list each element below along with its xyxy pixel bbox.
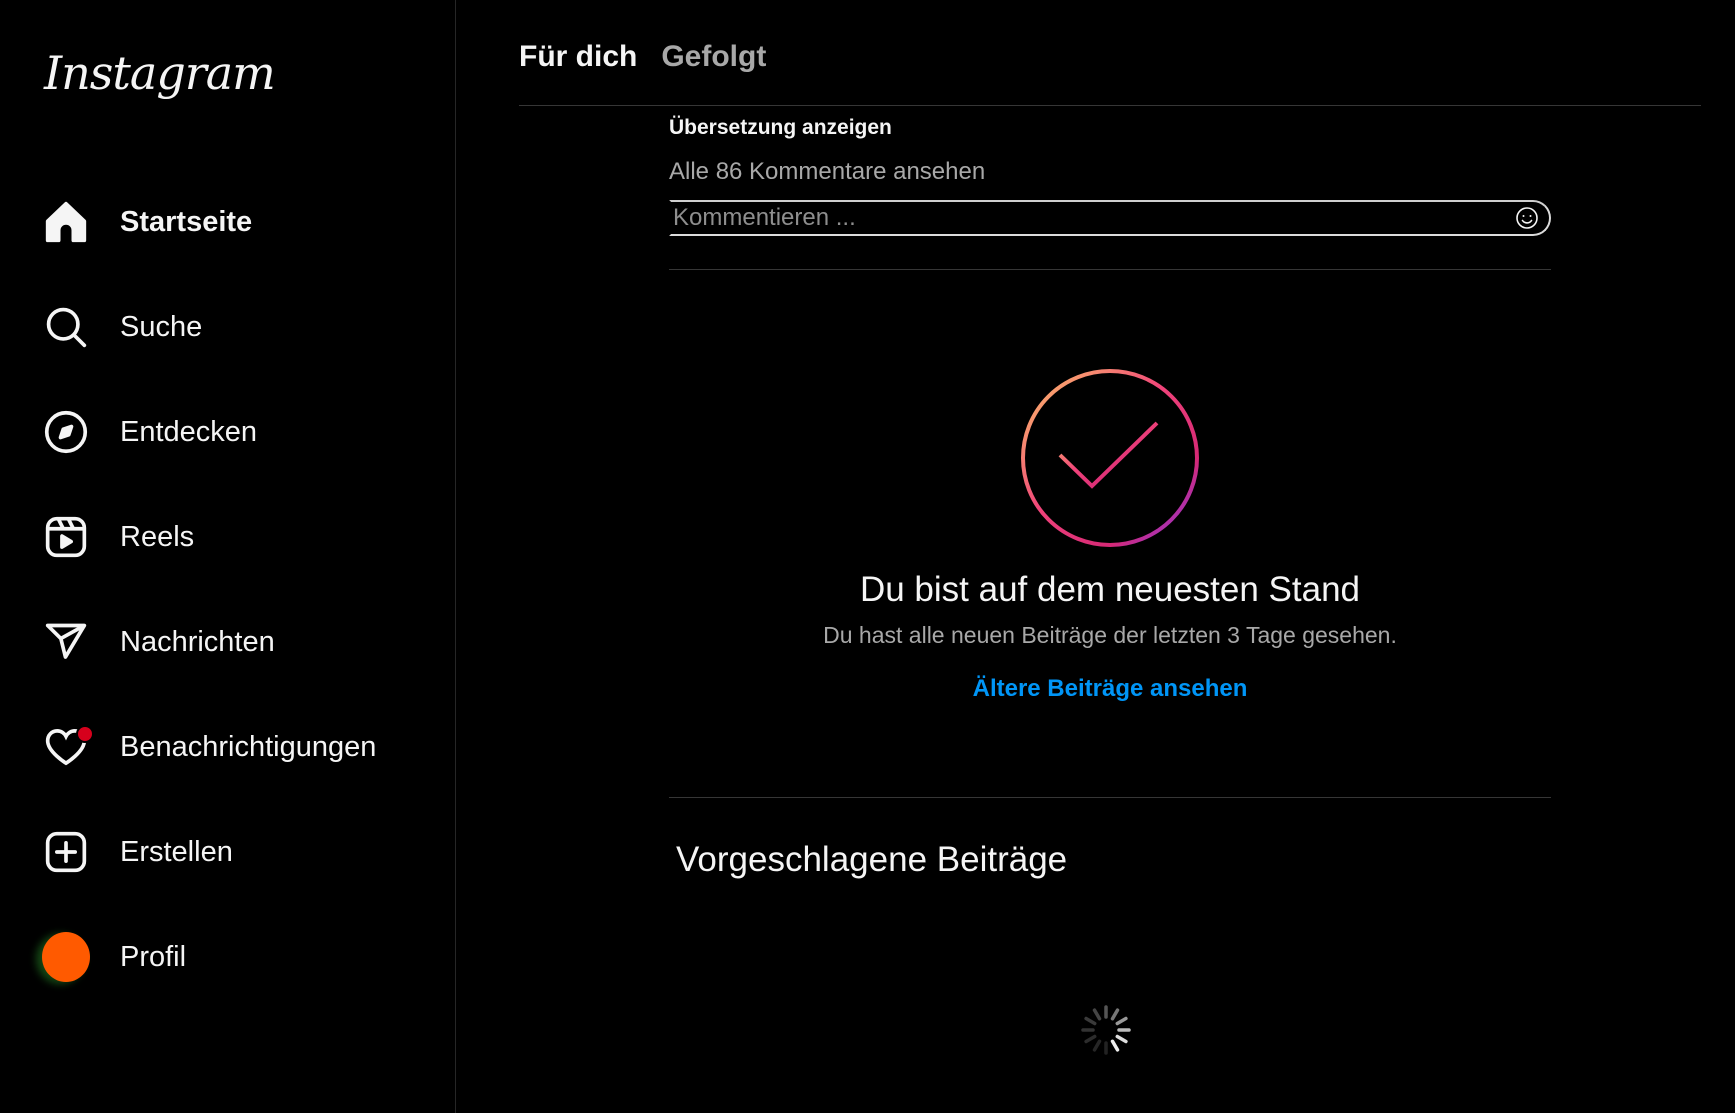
tab-following[interactable]: Gefolgt (661, 40, 766, 74)
suggested-posts-title: Vorgeschlagene Beiträge (676, 840, 1068, 879)
sidebar-item-label: Profil (120, 940, 187, 973)
search-icon (24, 291, 108, 363)
sidebar-item-label: Entdecken (120, 415, 258, 448)
home-icon (24, 186, 108, 258)
avatar (42, 932, 90, 982)
notification-badge (76, 725, 94, 743)
avatar-wrapper (24, 921, 108, 993)
post-footer: Übersetzung anzeigen Alle 86 Kommentare … (669, 112, 1551, 236)
older-posts-link[interactable]: Ältere Beiträge ansehen (973, 675, 1248, 703)
sidebar-item-notifications[interactable]: Benachrichtigungen (24, 711, 432, 783)
sidebar-item-label: Suche (120, 310, 203, 343)
heart-icon (24, 711, 108, 783)
sidebar-item-create[interactable]: Erstellen (24, 816, 432, 888)
caught-up-title: Du bist auf dem neuesten Stand (859, 570, 1361, 609)
reels-icon (24, 501, 108, 573)
checkmark-icon (1021, 369, 1199, 547)
instagram-logo[interactable]: Instagram (44, 46, 276, 100)
sidebar-item-home[interactable]: Startseite (24, 186, 432, 258)
send-icon (24, 606, 108, 678)
section-divider (669, 797, 1551, 798)
plus-square-icon (24, 816, 108, 888)
post-divider (669, 269, 1551, 270)
comment-box (669, 200, 1551, 236)
main-feed: Für dich Gefolgt Übersetzung anzeigen Al… (456, 0, 1735, 1113)
sidebar-item-label: Startseite (120, 205, 253, 238)
sidebar-item-search[interactable]: Suche (24, 291, 432, 363)
sidebar-item-label: Benachrichtigungen (120, 730, 377, 763)
sidebar-item-reels[interactable]: Reels (24, 501, 432, 573)
sidebar-item-explore[interactable]: Entdecken (24, 396, 432, 468)
view-all-comments-link[interactable]: Alle 86 Kommentare ansehen (669, 158, 1551, 186)
caught-up-section: Du bist auf dem neuesten Stand Du hast a… (669, 368, 1551, 703)
feed-tabs: Für dich Gefolgt (519, 40, 766, 74)
sidebar-item-label: Nachrichten (120, 625, 275, 658)
tabs-divider (519, 105, 1701, 106)
sidebar: Instagram Startseite Suche Entdecken Ree… (0, 0, 456, 1113)
show-translation-link[interactable]: Übersetzung anzeigen (669, 116, 1551, 140)
sidebar-item-messages[interactable]: Nachrichten (24, 606, 432, 678)
sidebar-item-label: Erstellen (120, 835, 233, 868)
caught-up-subtitle: Du hast alle neuen Beiträge der letzten … (823, 622, 1397, 648)
loading-spinner-icon (1081, 1005, 1131, 1055)
emoji-icon[interactable] (1515, 206, 1539, 230)
tab-for-you[interactable]: Für dich (519, 40, 637, 74)
sidebar-item-label: Reels (120, 520, 195, 553)
compass-icon (24, 396, 108, 468)
comment-input[interactable] (671, 202, 1493, 234)
sidebar-item-profile[interactable]: Profil (24, 921, 432, 993)
